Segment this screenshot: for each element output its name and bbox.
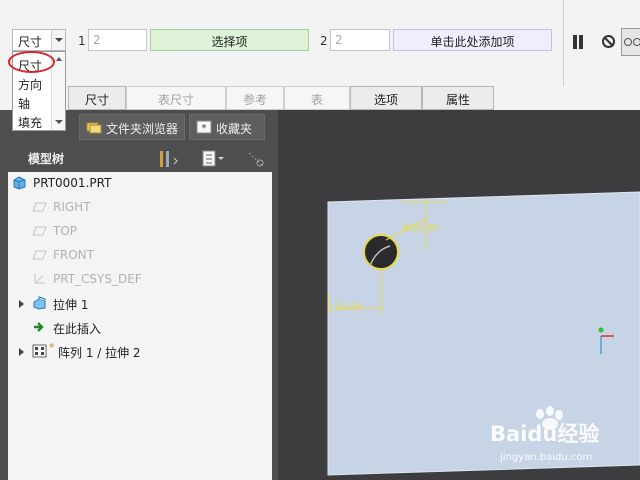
tree-item-label: 阵列 1 / 拉伸 2 — [58, 346, 141, 360]
tab-properties[interactable]: 属性 — [422, 86, 494, 110]
scroll-up-icon[interactable] — [56, 57, 62, 61]
new-feature-star-icon: * — [49, 341, 55, 354]
settings-tools-icon[interactable] — [158, 150, 180, 168]
model-tree-header: 模型树 — [8, 146, 272, 172]
datum-plane-icon — [32, 226, 47, 236]
chevron-down-icon[interactable] — [51, 30, 65, 50]
csys-icon — [34, 274, 45, 284]
show-list-icon[interactable] — [202, 150, 226, 168]
expand-arrow-icon[interactable] — [19, 348, 24, 356]
tree-item-label: RIGHT — [53, 200, 91, 214]
folder-browser-icon — [86, 122, 102, 134]
graphics-window[interactable]: Ø10.00 15.00 Baidu经验 jingyan.baidu.com — [278, 110, 640, 480]
datum-plane-icon — [32, 202, 47, 212]
dropdown-option-direction[interactable]: 方向 — [18, 76, 42, 93]
pattern-icon — [32, 344, 47, 358]
dropdown-option-fill[interactable]: 填充 — [18, 114, 42, 131]
collector1-button[interactable]: 选择项 — [150, 29, 309, 51]
extrude-icon — [33, 296, 46, 310]
collector2-count-input[interactable]: 2 — [330, 29, 390, 51]
collector2-button[interactable]: 单击此处添加项 — [393, 29, 552, 51]
scroll-down-icon[interactable] — [55, 120, 63, 124]
watermark-url: jingyan.baidu.com — [500, 452, 593, 463]
tree-item-part[interactable]: PRT0001.PRT — [8, 172, 272, 196]
pattern-type-value: 尺寸 — [18, 35, 43, 49]
highlight-circle-annotation — [8, 51, 55, 73]
baidu-watermark: Baidu经验 jingyan.baidu.com — [490, 406, 638, 474]
tree-item-label: TOP — [53, 224, 78, 238]
collector2-index: 2 — [320, 34, 328, 48]
no-preview-icon[interactable] — [602, 35, 615, 48]
offset-dimension[interactable]: 15.00 — [334, 302, 363, 313]
tab-favorites[interactable]: * 收藏夹 — [189, 114, 265, 140]
pause-icon[interactable] — [572, 35, 584, 49]
model-tree: PRT0001.PRT RIGHT TOP FRONT PRT_CSYS_DEF… — [8, 172, 272, 480]
tab-dimensions[interactable]: 尺寸 — [68, 86, 126, 110]
verify-preview-icon[interactable] — [621, 28, 640, 56]
tree-item-label: 拉伸 1 — [53, 298, 89, 312]
navigator-panel: 文件夹浏览器 * 收藏夹 模型树 PRT0001.PRT RIGHT TOP F… — [0, 110, 278, 480]
tab-tables[interactable]: 表 — [284, 86, 350, 110]
tree-item-top[interactable]: TOP — [8, 220, 272, 244]
expand-arrow-icon[interactable] — [19, 300, 24, 308]
toolbar-divider — [563, 0, 564, 86]
part-icon — [13, 176, 26, 190]
pattern-type-select[interactable]: 尺寸 — [12, 29, 66, 51]
tab-folder-browser[interactable]: 文件夹浏览器 — [79, 114, 185, 140]
favorites-icon: * — [196, 120, 212, 134]
tree-item-front[interactable]: FRONT — [8, 244, 272, 268]
tab-favorites-label: 收藏夹 — [216, 122, 253, 136]
dropdown-option-axis[interactable]: 轴 — [18, 95, 30, 112]
tree-item-label: 在此插入 — [53, 322, 102, 336]
tree-item-insert-here[interactable]: 在此插入 — [8, 316, 272, 340]
watermark-brand: Baidu经验 — [490, 422, 600, 446]
tree-item-pattern1[interactable]: * 阵列 1 / 拉伸 2 — [8, 340, 272, 364]
tab-folder-browser-label: 文件夹浏览器 — [106, 122, 179, 136]
hole-feature[interactable] — [363, 234, 399, 270]
tree-item-label: FRONT — [53, 248, 94, 262]
filter-icon[interactable] — [246, 150, 266, 168]
diameter-dimension[interactable]: Ø10.00 — [402, 222, 439, 234]
tree-item-label: PRT_CSYS_DEF — [53, 272, 142, 286]
tree-item-csys[interactable]: PRT_CSYS_DEF — [8, 268, 272, 292]
tree-item-extrude1[interactable]: 拉伸 1 — [8, 292, 272, 316]
tab-options[interactable]: 选项 — [350, 86, 422, 110]
insert-here-icon — [34, 322, 44, 332]
tab-references[interactable]: 参考 — [226, 86, 284, 110]
svg-text:*: * — [202, 123, 207, 134]
tree-item-right[interactable]: RIGHT — [8, 196, 272, 220]
pattern-dashboard: 尺寸 1 2 选择项 2 2 单击此处添加项 尺寸 表尺寸 参考 表 选项 属性 — [0, 0, 640, 110]
collector1-index: 1 — [78, 34, 86, 48]
datum-plane-icon — [32, 250, 47, 260]
model-tree-title: 模型树 — [28, 152, 65, 166]
tab-table-dimensions[interactable]: 表尺寸 — [126, 86, 226, 110]
collector1-count-input[interactable]: 2 — [88, 29, 147, 51]
tree-item-label: PRT0001.PRT — [33, 176, 112, 190]
